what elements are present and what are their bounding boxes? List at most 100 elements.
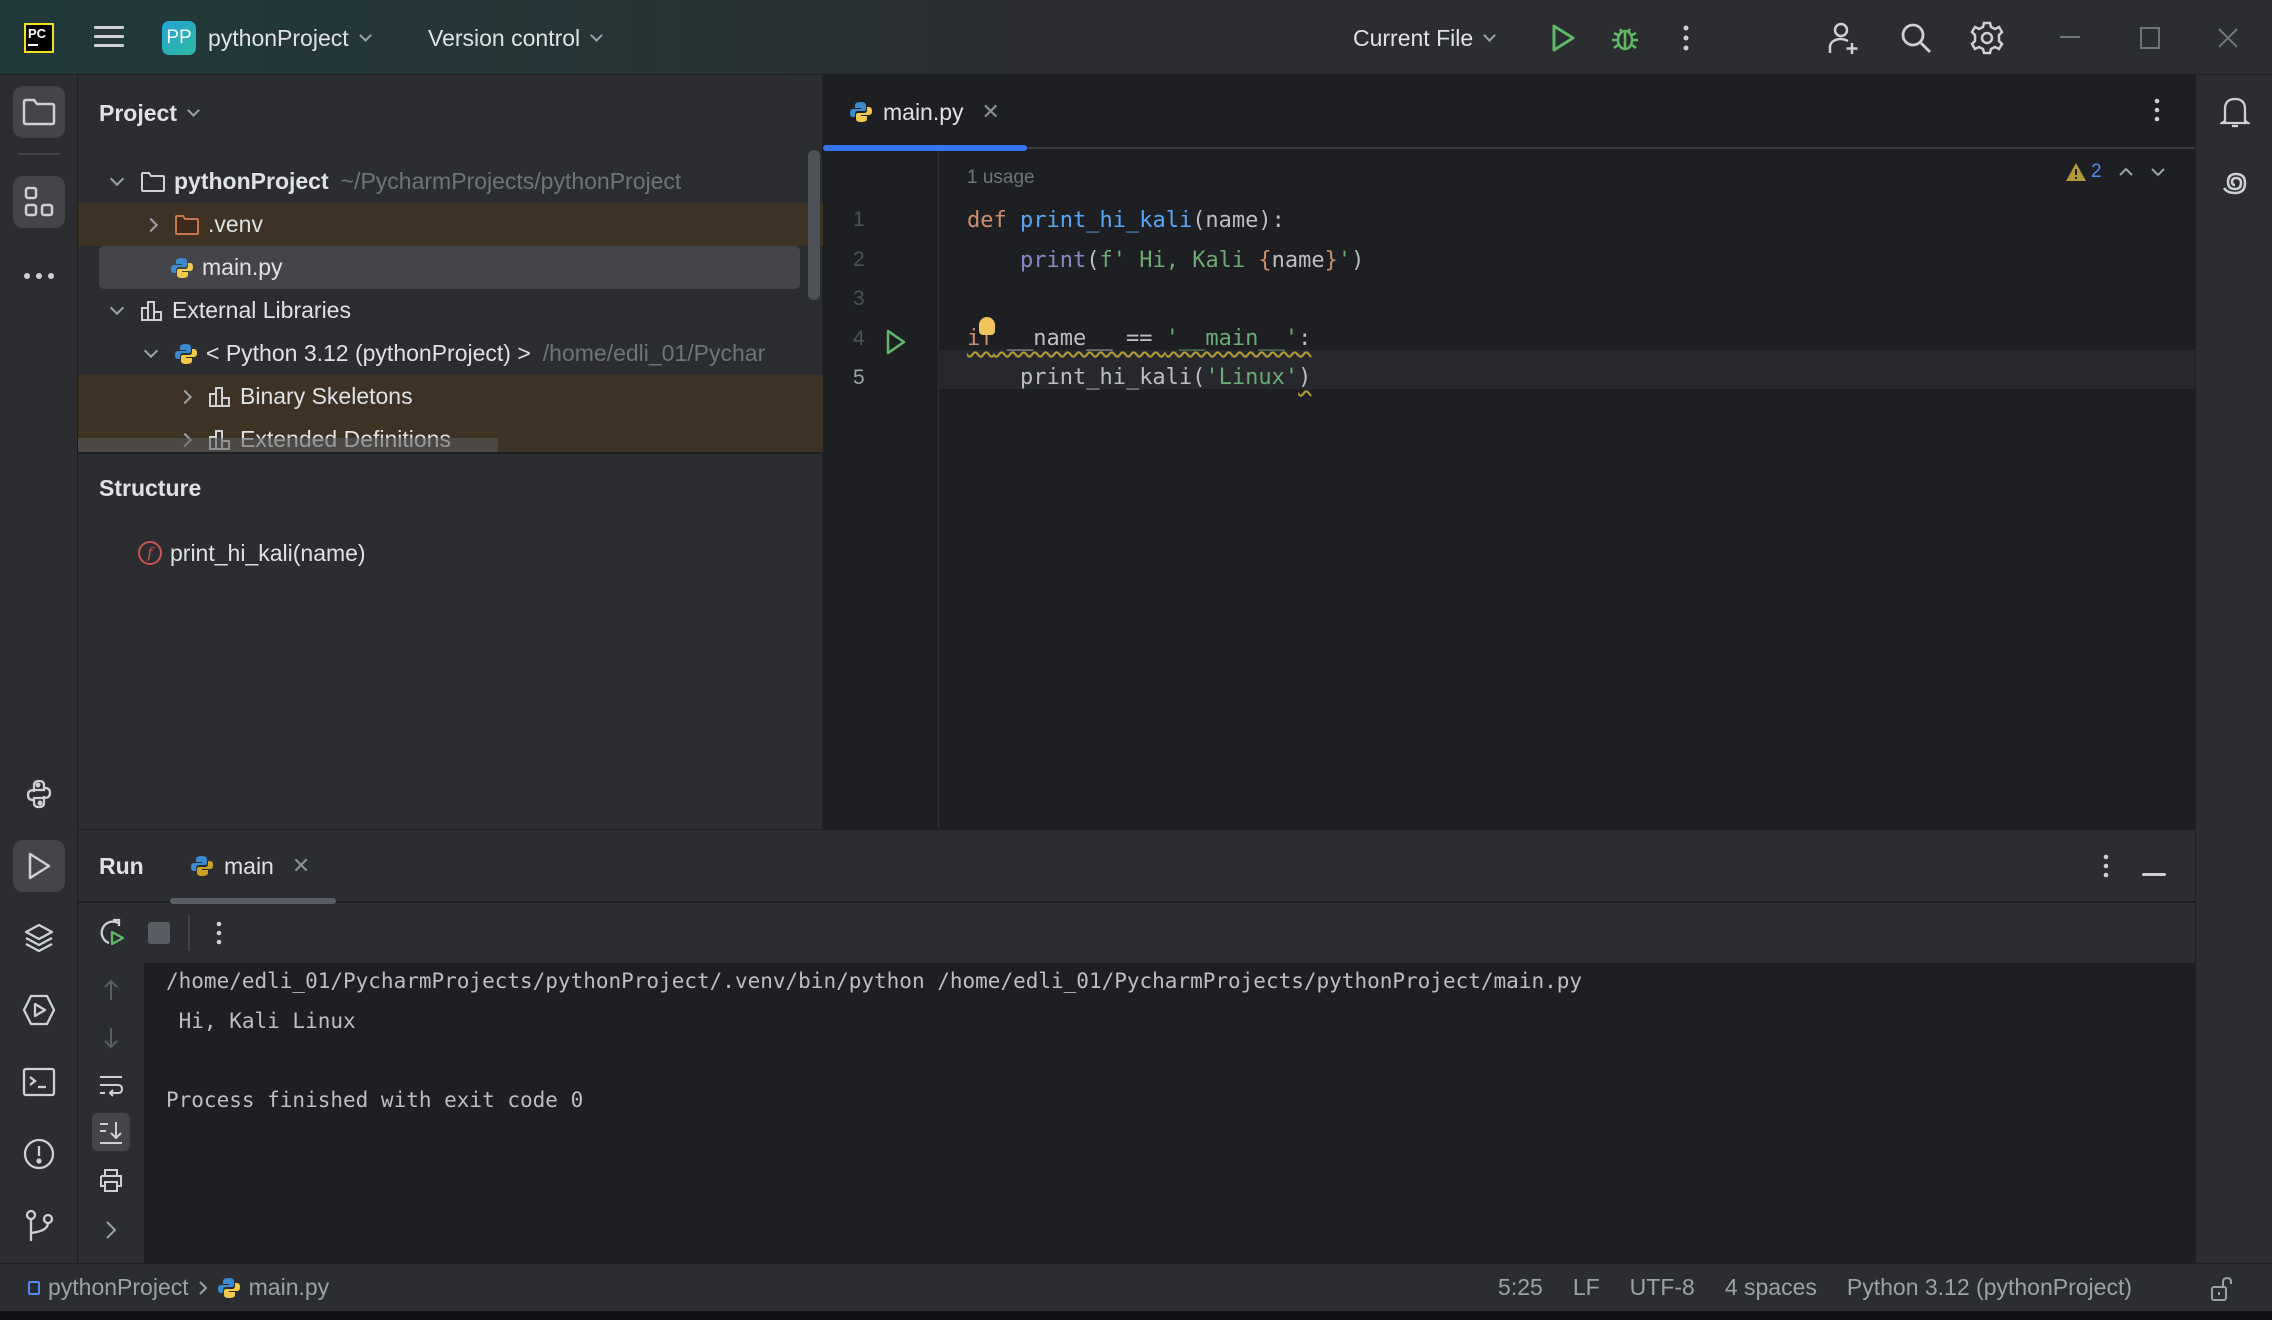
python-interpreter[interactable]: Python 3.12 (pythonProject) — [1847, 1274, 2132, 1301]
add-user-icon — [1828, 22, 1858, 54]
notifications-button[interactable] — [2209, 86, 2261, 138]
python-file-icon — [850, 102, 872, 122]
search-everywhere-button[interactable] — [1898, 20, 1934, 56]
scroll-to-end-button[interactable] — [92, 1113, 130, 1151]
tree-item-main-py[interactable]: main.py — [78, 246, 823, 289]
project-tool-button[interactable] — [13, 86, 65, 138]
console-output[interactable]: /home/edli_01/PycharmProjects/pythonProj… — [144, 963, 2195, 1264]
print-button[interactable] — [92, 1161, 130, 1199]
more-vertical-icon — [2154, 98, 2160, 122]
tree-horizontal-scrollbar[interactable] — [78, 438, 498, 452]
status-widgets: 5:25 LF UTF-8 4 spaces Python 3.12 (pyth… — [1498, 1274, 2132, 1301]
git-button[interactable] — [13, 1200, 65, 1252]
run-toolbar — [78, 903, 2195, 963]
caret-position[interactable]: 5:25 — [1498, 1274, 1543, 1301]
maximize-button[interactable] — [2132, 20, 2168, 56]
tree-item-pythonProject[interactable]: pythonProject ~/PycharmProjects/pythonPr… — [78, 160, 823, 203]
run-toolbar-more-button[interactable] — [215, 921, 223, 950]
hide-run-window-button[interactable] — [2142, 864, 2166, 882]
line-number: 1 — [853, 208, 865, 231]
line-number: 2 — [853, 248, 865, 271]
terminal-button[interactable] — [13, 1056, 65, 1108]
next-highlight-icon[interactable] — [2150, 167, 2166, 177]
code-area[interactable]: 1 usage def print_hi_kali(name): print(f… — [939, 151, 2195, 829]
scroll-up-button[interactable] — [92, 971, 130, 1009]
project-folder-icon — [22, 98, 56, 126]
version-control-menu[interactable]: Version control — [428, 18, 604, 58]
indent-setting[interactable]: 4 spaces — [1725, 1274, 1817, 1301]
version-control-label: Version control — [428, 24, 581, 51]
folder-icon — [141, 171, 165, 192]
status-bar: pythonProject main.py 5:25 LF UTF-8 4 sp… — [0, 1263, 2272, 1311]
breadcrumb-file[interactable]: main.py — [249, 1274, 330, 1301]
problems-button[interactable] — [13, 1128, 65, 1180]
usage-inlay-hint[interactable]: 1 usage — [967, 167, 1035, 189]
tree-item-external-libraries[interactable]: External Libraries — [78, 289, 823, 332]
tree-item-label: External Libraries — [172, 297, 351, 323]
run-button[interactable] — [1545, 20, 1581, 56]
run-tab-close-icon[interactable]: ✕ — [292, 853, 310, 879]
warnings-indicator[interactable]: 2 — [2065, 161, 2102, 183]
run-tab-main[interactable]: main ✕ — [190, 844, 310, 888]
breadcrumb-project[interactable]: pythonProject — [48, 1274, 189, 1301]
close-icon — [2218, 28, 2238, 48]
tree-item-path-hint: ~/PycharmProjects/pythonProject — [340, 168, 682, 194]
code-with-me-button[interactable] — [1826, 20, 1862, 56]
tree-item-python-sdk[interactable]: < Python 3.12 (pythonProject) > /home/ed… — [78, 332, 823, 375]
run-window-options-button[interactable] — [2102, 854, 2110, 883]
minimize-icon — [2142, 873, 2166, 876]
python-file-icon — [217, 1277, 240, 1298]
maximize-icon — [2140, 27, 2160, 49]
more-vertical-icon — [1683, 25, 1689, 51]
library-icon — [209, 386, 230, 407]
tab-label: main.py — [883, 98, 964, 125]
editor-more-button[interactable] — [2153, 97, 2161, 128]
services-button[interactable] — [13, 984, 65, 1036]
settings-button[interactable] — [1969, 20, 2005, 56]
previous-highlight-icon[interactable] — [2118, 167, 2134, 177]
python-console-button[interactable] — [13, 768, 65, 820]
run-gutter-button[interactable] — [885, 329, 907, 360]
intention-bulb-icon[interactable] — [979, 317, 995, 335]
tab-main-py[interactable]: main.py ✕ — [823, 75, 1027, 151]
debug-button[interactable] — [1607, 20, 1643, 56]
project-tree: pythonProject ~/PycharmProjects/pythonPr… — [78, 160, 823, 452]
ai-assistant-spiral-icon — [2222, 172, 2247, 195]
line-number: 3 — [853, 287, 865, 310]
minimize-button[interactable] — [2052, 20, 2088, 56]
read-only-toggle[interactable] — [2210, 1276, 2234, 1308]
line-separator[interactable]: LF — [1573, 1274, 1600, 1301]
stripe-divider — [18, 153, 60, 155]
tree-item-label: Binary Skeletons — [240, 383, 413, 409]
project-badge-icon: PP — [162, 21, 196, 55]
more-actions-button[interactable] — [1668, 20, 1704, 56]
unlock-icon — [2211, 1276, 2232, 1301]
console-line-output: Hi, Kali Linux — [166, 1009, 356, 1033]
run-tool-button[interactable] — [13, 840, 65, 892]
close-window-button[interactable] — [2210, 20, 2246, 56]
tab-close-icon[interactable]: ✕ — [982, 99, 1000, 125]
rerun-button[interactable] — [96, 917, 126, 952]
console-line-command: /home/edli_01/PycharmProjects/pythonProj… — [166, 969, 1583, 993]
project-view-selector[interactable]: Project — [99, 100, 200, 127]
services-icon — [22, 994, 56, 1026]
python-packages-button[interactable] — [13, 912, 65, 964]
tree-item-venv[interactable]: .venv — [78, 203, 823, 246]
left-tool-stripe — [0, 75, 78, 1263]
run-configuration-selector[interactable]: Current File — [1353, 18, 1497, 58]
scroll-down-button[interactable] — [92, 1019, 130, 1057]
main-menu-button[interactable] — [94, 26, 124, 50]
inspections-widget[interactable]: 2 — [2065, 161, 2166, 183]
structure-item-function[interactable]: f print_hi_kali(name) — [138, 535, 366, 571]
project-switcher[interactable]: PP pythonProject — [162, 18, 372, 58]
stop-button[interactable] — [148, 922, 170, 944]
soft-wrap-button[interactable] — [92, 1067, 130, 1105]
problems-icon — [23, 1138, 55, 1170]
expand-toolbar-button[interactable] — [92, 1211, 130, 1249]
file-encoding[interactable]: UTF-8 — [1630, 1274, 1695, 1301]
tree-item-binary-skeletons[interactable]: Binary Skeletons — [78, 375, 823, 418]
more-tool-windows-button[interactable] — [13, 250, 65, 302]
ai-assistant-button[interactable] — [2209, 158, 2261, 210]
tree-vertical-scrollbar[interactable] — [808, 150, 820, 300]
structure-tool-button[interactable] — [13, 176, 65, 228]
